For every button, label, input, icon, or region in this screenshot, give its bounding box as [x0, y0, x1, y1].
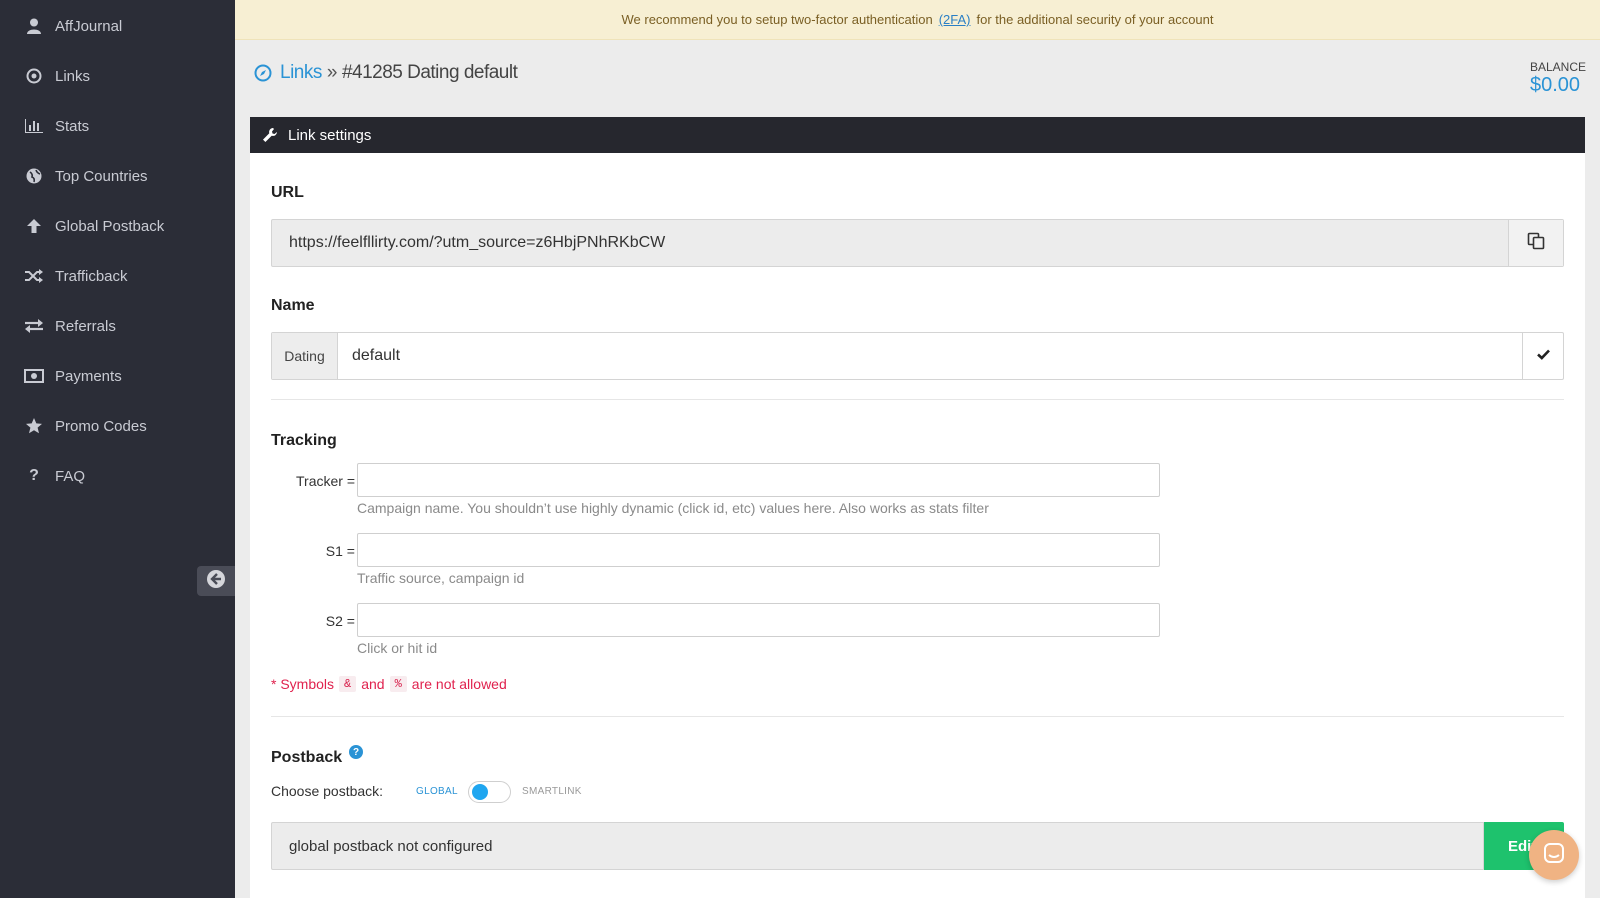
tracking-title: Tracking — [271, 432, 337, 449]
chat-icon — [1543, 842, 1565, 869]
tracker-help: Campaign name. You shouldn’t use highly … — [357, 500, 989, 516]
warning-suffix: are not allowed — [411, 676, 507, 692]
name-field: Dating — [271, 332, 1564, 380]
balance-label: BALANCE — [1529, 60, 1586, 74]
link-settings-header: Link settings — [250, 117, 1585, 153]
sidebar-item-label: Links — [55, 67, 91, 85]
divider — [271, 399, 1564, 400]
globe-icon — [24, 166, 44, 186]
bar-chart-icon — [24, 116, 44, 136]
choose-postback-label: Choose postback: — [271, 783, 384, 799]
sidebar-item-label: Top Countries — [55, 167, 148, 185]
sidebar: AffJournal Links Stats Top Countries Glo… — [0, 0, 235, 898]
balance-value: $0.00 — [1529, 74, 1581, 96]
toggle-option-smartlink[interactable]: SMARTLINK — [522, 786, 582, 797]
sidebar-item-payments[interactable]: Payments — [0, 356, 235, 396]
panel-title: Link settings — [288, 126, 372, 144]
tracker-input[interactable] — [357, 463, 1160, 497]
sidebar-item-label: Global Postback — [55, 217, 165, 235]
warning-symbol-percent: % — [389, 676, 407, 692]
collapse-sidebar-button[interactable] — [197, 566, 235, 596]
breadcrumb-separator: » — [326, 62, 338, 83]
page-title: #41285 Dating default — [341, 62, 518, 83]
name-title: Name — [271, 297, 315, 314]
exchange-icon — [24, 316, 44, 336]
sidebar-item-label: Payments — [55, 367, 122, 385]
s2-label: S2 = — [325, 613, 355, 629]
sidebar-item-promo-codes[interactable]: Promo Codes — [0, 406, 235, 446]
breadcrumb: Links » #41285 Dating default — [254, 62, 518, 84]
2fa-banner: We recommend you to setup two-factor aut… — [235, 0, 1600, 40]
sidebar-item-affjournal[interactable]: AffJournal — [0, 6, 235, 46]
sidebar-item-label: FAQ — [55, 467, 86, 485]
url-value[interactable]: https://feelfllirty.com/?utm_source=z6Hb… — [289, 234, 665, 252]
tracker-label: Tracker = — [296, 473, 355, 489]
warning-middle: and — [361, 676, 385, 692]
postback-value: global postback not configured — [289, 838, 493, 855]
question-circle-icon[interactable]: ? — [349, 745, 363, 759]
compass-icon — [254, 64, 272, 82]
s1-help: Traffic source, campaign id — [357, 570, 525, 586]
arrow-up-icon — [24, 216, 44, 236]
s1-input[interactable] — [357, 533, 1160, 567]
balance: BALANCE $0.00 — [1530, 60, 1586, 97]
banner-text-end: for the additional security of your acco… — [976, 12, 1214, 27]
user-icon — [24, 16, 44, 36]
sidebar-item-label: AffJournal — [55, 17, 123, 35]
sidebar-item-label: Referrals — [55, 317, 116, 335]
warning-symbol-ampersand: & — [339, 676, 357, 692]
s1-label: S1 = — [325, 543, 355, 559]
sidebar-item-label: Trafficback — [55, 267, 128, 285]
compass-icon — [24, 66, 44, 86]
check-icon — [1536, 347, 1550, 365]
url-title: URL — [271, 184, 304, 201]
name-prefix: Dating — [272, 333, 338, 379]
sidebar-item-label: Promo Codes — [55, 417, 147, 435]
s2-input[interactable] — [357, 603, 1160, 637]
shuffle-icon — [24, 266, 44, 286]
sidebar-item-referrals[interactable]: Referrals — [0, 306, 235, 346]
divider — [271, 716, 1564, 717]
sidebar-item-trafficback[interactable]: Trafficback — [0, 256, 235, 296]
sidebar-item-label: Stats — [55, 117, 90, 135]
wrench-icon — [262, 127, 278, 143]
toggle-knob — [472, 784, 488, 800]
postback-toggle[interactable] — [468, 781, 511, 803]
name-input[interactable] — [352, 341, 1452, 371]
star-icon — [24, 416, 44, 436]
breadcrumb-links[interactable]: Links — [280, 62, 322, 84]
chat-launcher-button[interactable] — [1529, 830, 1579, 880]
sidebar-item-faq[interactable]: ? FAQ — [0, 456, 235, 496]
warning-prefix: * Symbols — [271, 676, 335, 692]
2fa-link[interactable]: (2FA) — [939, 12, 971, 27]
url-field: https://feelfllirty.com/?utm_source=z6Hb… — [271, 219, 1564, 267]
sidebar-item-top-countries[interactable]: Top Countries — [0, 156, 235, 196]
banner-text: We recommend you to setup two-factor aut… — [621, 12, 933, 27]
symbols-warning: * Symbols & and % are not allowed — [271, 676, 507, 692]
money-icon — [24, 366, 44, 386]
postback-field: global postback not configured — [271, 822, 1484, 870]
question-icon: ? — [29, 467, 39, 484]
sidebar-item-stats[interactable]: Stats — [0, 106, 235, 146]
copy-icon — [1527, 232, 1545, 255]
sidebar-item-global-postback[interactable]: Global Postback — [0, 206, 235, 246]
toggle-option-global[interactable]: GLOBAL — [416, 786, 458, 797]
postback-title: Postback — [271, 749, 343, 766]
arrow-left-circle-icon — [206, 569, 226, 594]
save-name-button[interactable] — [1522, 333, 1563, 379]
sidebar-item-links[interactable]: Links — [0, 56, 235, 96]
copy-url-button[interactable] — [1508, 220, 1563, 266]
s2-help: Click or hit id — [357, 640, 438, 656]
